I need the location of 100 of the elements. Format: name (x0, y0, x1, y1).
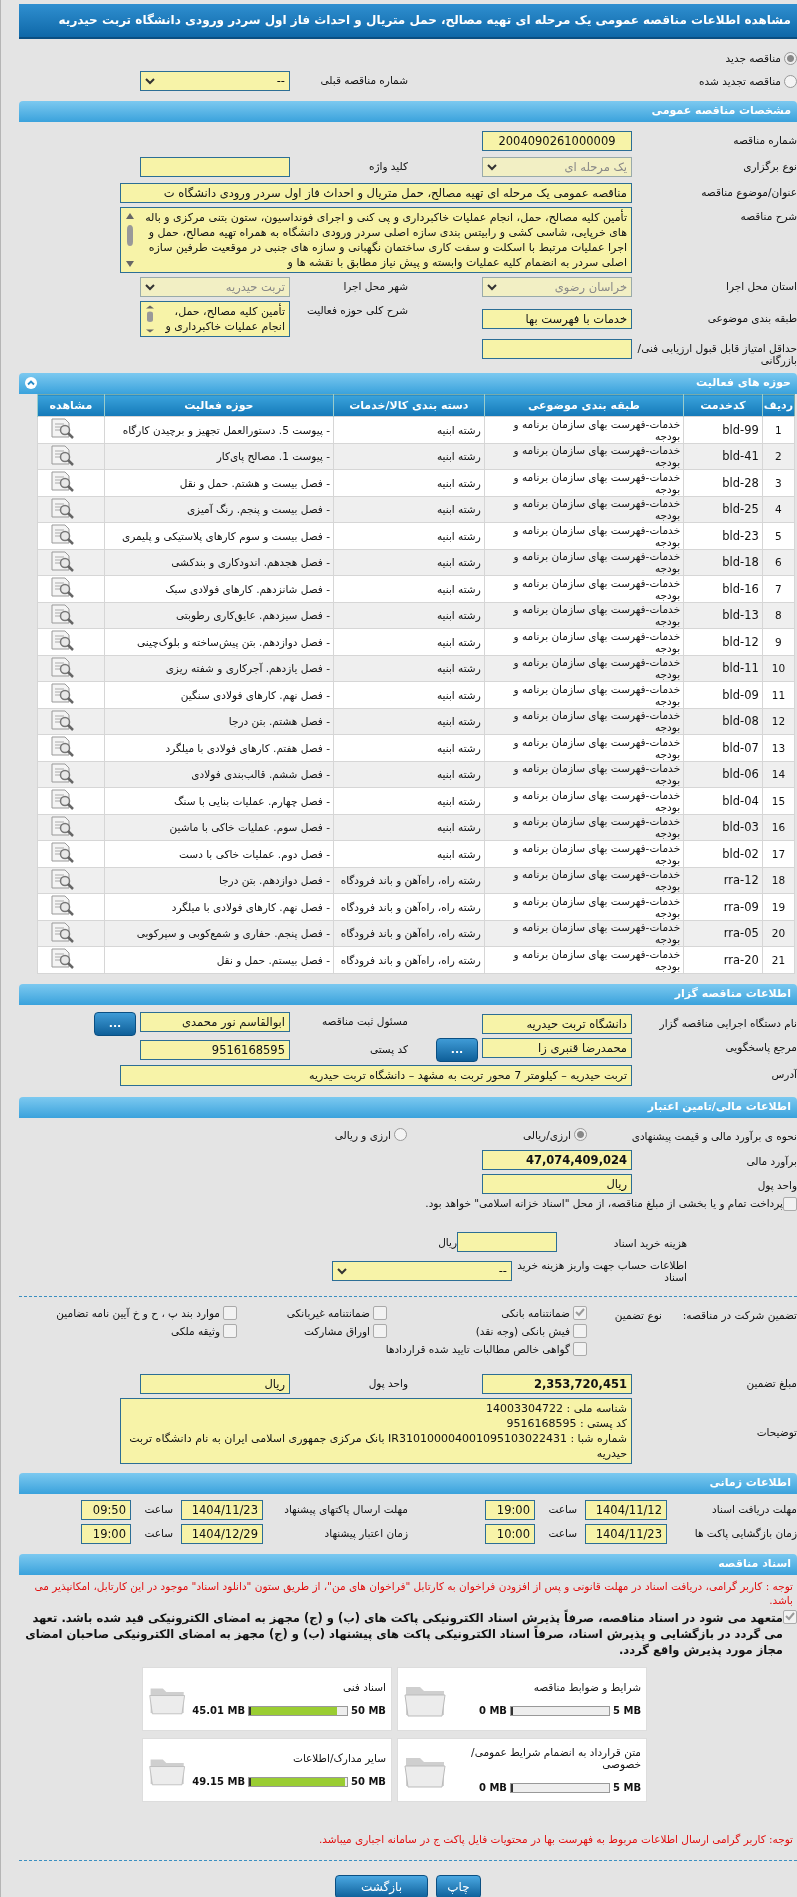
field-label: واحد پول (756, 1178, 797, 1191)
input-field[interactable]: 19:00 (81, 1523, 131, 1544)
radio-option[interactable]: ارزی/ریالی (407, 1128, 587, 1141)
field-label: شماره مناقصه قبلی (319, 73, 408, 86)
table-cell: خدمات-فهرست بهای سازمان برنامه و بودجه (484, 734, 684, 761)
checkbox-option[interactable]: اوراق مشارکت (237, 1323, 387, 1338)
field-label: استان محل اجرا (725, 279, 797, 292)
action-button[interactable]: چاپ (436, 1874, 481, 1897)
field-label: واحد پول (367, 1375, 408, 1389)
checkbox[interactable] (783, 1196, 797, 1211)
input-field[interactable]: 1404/11/12 (585, 1499, 667, 1520)
checkbox-option[interactable]: موارد بند پ ، ح و خ آیین نامه تضامین (27, 1305, 237, 1320)
table-cell: 16 (762, 814, 795, 841)
input-field[interactable]: خدمات با فهرست بها (482, 309, 632, 329)
input-field[interactable]: دانشگاه تربت حیدریه (482, 1013, 632, 1034)
field-label: ساعت (547, 1525, 578, 1539)
text-area[interactable]: تأمین کلیه مصالح، حمل، انجام عملیات خاکبرداری و پی کنی و اجرای فونداسیون، ستون بتنی مرکزی و باله های خرپایی، شاسی کشی و رابیتس بندی سازه اصلی سردر ورودی دانشگاه به همراه تهیه مصالح، حمل و اجرا عملیات مرتبط با اسکلت و سفت کاری ساختمان نگهبانی و سازه های جنبی در موقعیت طرفین سازه اصلی سردر به انضمام کلیه عملیات وابسته و پیش نیاز مطابق با نقشه ها و (120, 207, 632, 273)
table-cell: - فصل نهم. کارهای فولادی با میلگرد (104, 893, 334, 920)
caret-icon (487, 163, 497, 171)
table-cell: - فصل بیستم. حمل و نقل (104, 946, 334, 973)
checkbox-option[interactable]: ضمانتنامه بانکی (387, 1305, 587, 1320)
used-size: 0 MB (478, 1782, 507, 1793)
table-cell: رشته ابنیه (333, 814, 485, 841)
more-button[interactable]: ... (436, 1037, 478, 1062)
table-cell: رشته ابنیه (333, 522, 485, 549)
table-cell: - پیوست 5. دستورالعمل تجهیز و برچیدن کارگاه (104, 416, 334, 443)
notice-text: توجه : کاربر گرامی، دریافت اسناد در مهلت قانونی و پس از افزودن فراخوان به کارتابل "فراخوان های من"، از طریق ستون "دانلود اسناد" موجود در این کارتابل، امکانپذیر می باشد. (33, 1578, 793, 1607)
table-cell: bld-02 (683, 840, 763, 867)
field-label: شهر محل اجرا (342, 279, 408, 292)
more-button[interactable]: ... (94, 1011, 136, 1036)
input-field[interactable]: 9516168595 (140, 1039, 290, 1060)
table-cell: رشته ابنیه (333, 549, 485, 576)
input-field[interactable]: 2004090261000009 (482, 131, 632, 151)
input-field[interactable]: 1404/12/29 (181, 1523, 263, 1544)
collapse-icon[interactable] (25, 376, 37, 389)
table-cell: خدمات-فهرست بهای سازمان برنامه و بودجه (484, 946, 684, 973)
checkbox-option[interactable]: گواهی خالص مطالبات تایید شده قراردادها (387, 1341, 587, 1356)
table-cell: 9 (762, 628, 795, 655)
table-cell: rra-09 (683, 893, 763, 920)
checkbox-option[interactable]: ضمانتنامه غیربانکی (237, 1305, 387, 1320)
table-cell: 11 (762, 681, 795, 708)
table-cell: خدمات-فهرست بهای سازمان برنامه و بودجه (484, 840, 684, 867)
file-name: سایر مدارک/اطلاعات (292, 1752, 386, 1764)
text-area[interactable]: تربت حیدریه – کیلومتر 7 محور تربت به مشهد – دانشگاه تربت حیدریه (120, 1065, 632, 1086)
column-header: حوزه فعالیت (104, 394, 334, 417)
table-cell: 8 (762, 602, 795, 629)
input-field[interactable]: 1404/11/23 (585, 1523, 667, 1544)
table-cell: خدمات-فهرست بهای سازمان برنامه و بودجه (484, 681, 684, 708)
table-cell: 21 (762, 946, 795, 973)
table-cell: 14 (762, 761, 795, 788)
dropdown[interactable]: -- (332, 1260, 512, 1281)
input-field[interactable]: 19:00 (485, 1499, 535, 1520)
input-field[interactable]: 2,353,720,451 (482, 1373, 632, 1394)
checkbox-label: پرداخت تمام و یا بخشی از مبلغ مناقصه، از محل "اسناد خزانه اسلامی" خواهد بود. (424, 1196, 783, 1209)
field-label: مرجع پاسخگویی (724, 1039, 797, 1053)
table-cell: bld-12 (683, 628, 763, 655)
field-label: مبلغ تضمین (745, 1375, 797, 1389)
table-cell: 19 (762, 893, 795, 920)
field-label: شرح کلی حوزه فعالیت (305, 303, 408, 316)
table-cell: رشته ابنیه (333, 496, 485, 523)
table-cell: bld-23 (683, 522, 763, 549)
table-cell: رشته ابنیه (333, 787, 485, 814)
input-field[interactable]: 10:00 (485, 1523, 535, 1544)
input-field[interactable]: 09:50 (81, 1499, 131, 1520)
input-field[interactable]: محمدرضا قنبری زا (482, 1037, 632, 1058)
input-field[interactable]: ابوالقاسم نور محمدی (140, 1011, 290, 1032)
text-area[interactable]: شناسه ملی : 14003304722 کد پستی : 9516168595 شماره شبا : IR310100004001095103022431 بانک مرکزی جمهوری اسلامی ایران به نام دانشگاه تربت حیدریه (120, 1397, 632, 1464)
input-field[interactable]: ریال (140, 1373, 290, 1394)
action-button[interactable]: بازگشت (335, 1874, 428, 1897)
table-cell: خدمات-فهرست بهای سازمان برنامه و بودجه (484, 522, 684, 549)
checkbox-option[interactable]: وثیقه ملکی (27, 1323, 237, 1338)
table-cell: bld-16 (683, 575, 763, 602)
radio-option[interactable]: ارزی و ریالی (334, 1128, 407, 1141)
caret-icon (145, 77, 155, 85)
field-label: عنوان/موضوع مناقصه (700, 185, 797, 198)
table-cell: - فصل هشتم. بتن درجا (104, 708, 334, 735)
field-label: آدرس (770, 1067, 797, 1080)
checkmark-icon (785, 1612, 795, 1621)
field-label: کلید واژه (367, 159, 408, 172)
input-field[interactable] (140, 157, 290, 177)
input-field[interactable] (457, 1231, 557, 1252)
table-cell: خدمات-فهرست بهای سازمان برنامه و بودجه (484, 496, 684, 523)
field-label: کد پستی (368, 1041, 408, 1055)
input-field[interactable]: 1404/11/23 (181, 1499, 263, 1520)
column-header: طبقه بندی موضوعی (484, 394, 684, 417)
dropdown[interactable]: -- (140, 71, 290, 91)
input-field[interactable]: ریال (482, 1173, 632, 1194)
text-area[interactable]: تأمین کلیه مصالح، حمل، انجام عملیات خاکبرداری و (140, 301, 290, 337)
section-header: اطلاعات زمانی (19, 1472, 797, 1494)
input-field[interactable]: مناقصه عمومی یک مرحله ای تهیه مصالح، حمل متریال و احداث فاز اول سردر ورودی دانشگاه ت (120, 183, 632, 203)
radio-option[interactable]: مناقصه جدید (725, 51, 797, 65)
radio-option[interactable]: مناقصه تجدید شده (699, 74, 797, 88)
table-cell: rra-05 (683, 920, 763, 947)
input-field[interactable] (482, 339, 632, 359)
input-field[interactable]: 47,074,409,024 (482, 1149, 632, 1170)
table-cell: خدمات-فهرست بهای سازمان برنامه و بودجه (484, 575, 684, 602)
checkbox-option[interactable]: فیش بانکی (وجه نقد) (387, 1323, 587, 1338)
field-label: مهلت دریافت اسناد (711, 1501, 797, 1515)
checkbox[interactable] (783, 1609, 797, 1624)
table-cell: bld-18 (683, 549, 763, 576)
